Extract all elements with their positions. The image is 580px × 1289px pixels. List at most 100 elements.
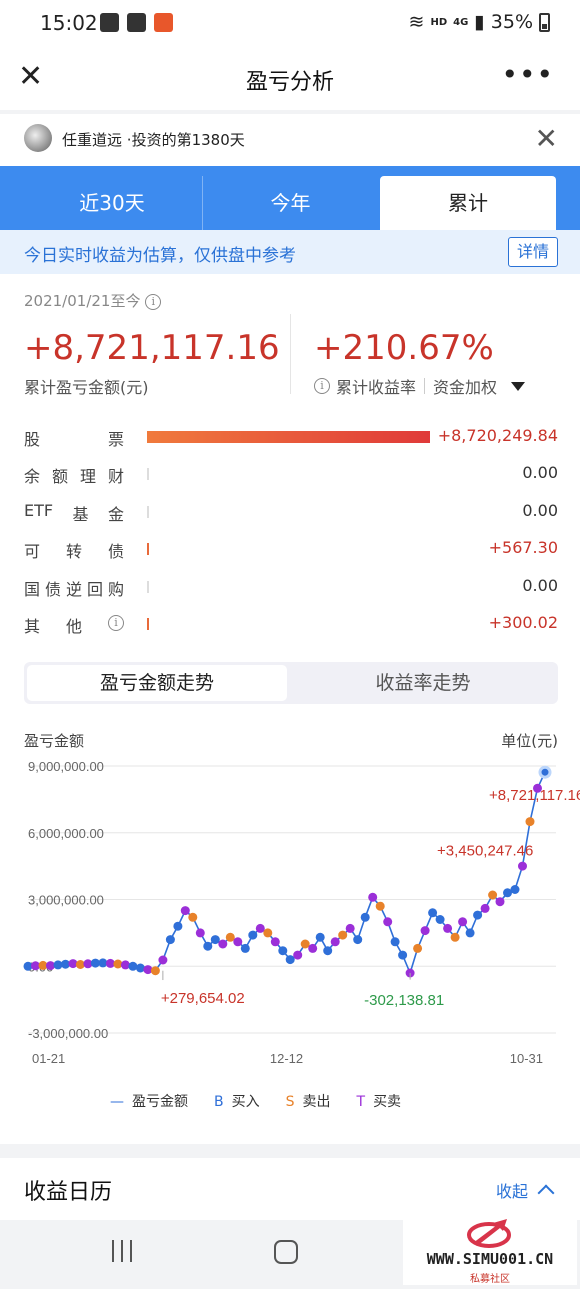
annotation-label: +3,450,247.46	[437, 842, 533, 859]
info-icon[interactable]: i	[145, 293, 162, 310]
allocation-name-char: 基	[72, 504, 89, 524]
x-tick-label: 12-12	[270, 1051, 303, 1066]
tab-30-days[interactable]: 近30天	[24, 176, 200, 230]
data-point	[315, 932, 325, 942]
weighting-selector[interactable]: 资金加权	[433, 374, 497, 398]
gallery-icon	[100, 13, 119, 32]
divider	[290, 314, 291, 394]
data-point	[458, 917, 468, 927]
chart-mode-switch: 盈亏金额走势 收益率走势	[24, 662, 558, 704]
allocation-value: 0.00	[522, 463, 558, 483]
y-tick-label: 3,000,000.00	[28, 893, 104, 908]
close-user-bar-icon[interactable]: ✕	[535, 122, 558, 155]
allocation-row: 其 他 i +300.02	[24, 609, 558, 639]
total-pnl-label: 累计盈亏金额(元)	[24, 378, 149, 397]
status-bar: 15:02 ≋ HD 4G ▮ 35%	[0, 0, 580, 48]
allocation-name-char: 余	[24, 467, 41, 487]
recent-apps-button[interactable]	[112, 1240, 132, 1262]
allocation-row: 国债逆回购 0.00	[24, 572, 558, 602]
allocation-name: 余额理财	[24, 463, 124, 487]
status-time: 15:02	[40, 11, 98, 35]
avatar	[24, 124, 52, 152]
data-point	[525, 817, 535, 827]
data-point	[203, 941, 213, 951]
allocation-name: 可转债	[24, 538, 124, 562]
total-pnl-value: +8,721,117.16	[24, 328, 280, 368]
data-point	[188, 912, 198, 922]
data-point	[518, 861, 527, 871]
invest-days: ·投资的第1380天	[126, 131, 245, 149]
collapse-label: 收起	[495, 1182, 528, 1201]
data-point	[173, 921, 183, 931]
total-return-label-row: i 累计收益率 资金加权	[314, 374, 526, 398]
legend-key: T	[356, 1094, 366, 1110]
data-point	[255, 923, 265, 933]
allocation-bar	[147, 468, 149, 481]
user-info: 任重道远 ·投资的第1380天	[62, 129, 245, 150]
data-point	[180, 906, 190, 916]
allocation-name-char: 其	[24, 617, 41, 636]
data-point	[420, 926, 430, 936]
data-point	[195, 928, 205, 938]
data-point	[480, 903, 490, 913]
legend-label: 买卖	[373, 1094, 402, 1110]
battery-icon	[539, 12, 550, 32]
hd-label: HD	[430, 16, 448, 28]
dropdown-icon[interactable]	[511, 381, 526, 391]
legend-item: T 买卖	[357, 1091, 402, 1111]
detail-button[interactable]: 详情	[507, 237, 558, 267]
network-label: 4G	[453, 16, 469, 28]
data-point	[383, 917, 393, 927]
data-point	[285, 955, 295, 965]
estimate-notice: 今日实时收益为估算，仅供盘中参考 详情	[0, 230, 580, 274]
data-point	[473, 910, 483, 920]
allocation-name: 股票	[24, 426, 124, 450]
data-point	[368, 892, 378, 902]
y-tick-label: 6,000,000.00	[28, 826, 104, 841]
allocation-name-char: 金	[107, 504, 124, 524]
data-point	[248, 930, 258, 940]
legend-item: S 卖出	[286, 1091, 331, 1111]
watermark: WWW.SIMU001.CN 私募社区	[403, 1215, 577, 1285]
watermark-sub: 私募社区	[470, 1274, 510, 1285]
watermark-logo-icon	[467, 1219, 511, 1248]
data-point-latest	[538, 765, 552, 779]
home-button[interactable]	[274, 1240, 298, 1264]
segment-pnl-trend[interactable]: 盈亏金额走势	[27, 665, 287, 701]
tab-cumulative[interactable]: 累计	[380, 176, 556, 230]
allocation-row: ETF 基金 0.00	[24, 497, 558, 527]
info-icon[interactable]: i	[314, 378, 330, 394]
chart-y-label: 盈亏金额	[24, 732, 85, 750]
allocation-name-char: 国	[24, 579, 41, 599]
more-icon[interactable]: •••	[501, 58, 554, 91]
allocation-name-char: 票	[107, 430, 124, 449]
collapse-toggle[interactable]: 收起	[495, 1178, 555, 1202]
data-point	[435, 915, 445, 924]
tab-this-year[interactable]: 今年	[202, 176, 378, 230]
allocation-name-char: 股	[24, 430, 41, 449]
data-point	[413, 943, 423, 953]
legend-item: — 盈亏金额	[110, 1091, 188, 1111]
x-tick-label: 01-21	[32, 1051, 65, 1066]
allocation-name-char: 购	[107, 579, 124, 599]
data-point	[375, 901, 385, 911]
user-name: 任重道远	[62, 131, 123, 149]
info-icon[interactable]: i	[108, 615, 124, 631]
nav-bar: ✕ 盈亏分析 •••	[0, 48, 580, 110]
data-point	[165, 935, 175, 945]
segment-return-trend[interactable]: 收益率走势	[291, 665, 555, 701]
data-point	[120, 960, 130, 970]
legend-label: 卖出	[302, 1094, 331, 1110]
allocation-bar	[147, 505, 149, 518]
allocation-bar	[147, 431, 430, 443]
allocation-name-char: 债	[44, 579, 61, 599]
allocation-name-char: 转	[65, 542, 82, 562]
data-point	[390, 937, 400, 947]
data-point	[465, 928, 475, 938]
data-point	[240, 943, 250, 953]
pnl-trend-chart[interactable]: 9,000,000.006,000,000.003,000,000.000.00…	[0, 750, 580, 1080]
period-tabs: 近30天 今年 累计	[0, 166, 580, 230]
legend-key: —	[110, 1094, 124, 1110]
period-range: 2021/01/21至今 i	[24, 290, 162, 311]
data-point	[450, 932, 460, 942]
